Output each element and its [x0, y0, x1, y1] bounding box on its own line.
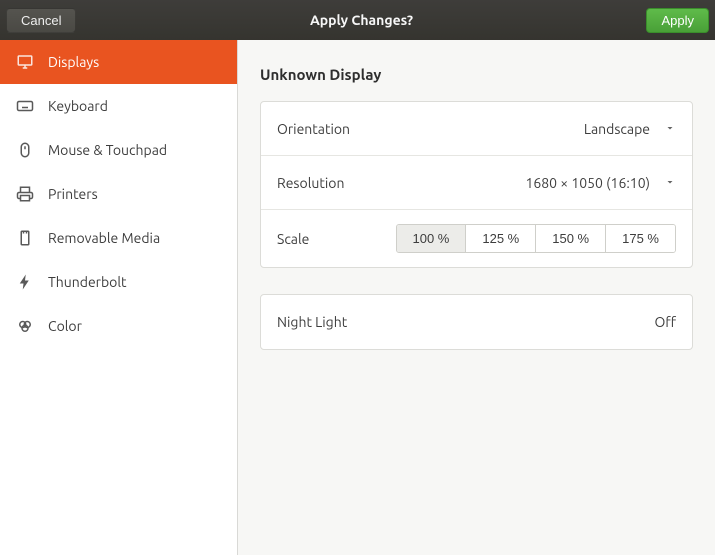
display-section-title: Unknown Display [260, 66, 693, 83]
printer-icon [16, 185, 34, 203]
night-light-value: Off [654, 314, 676, 330]
sidebar-item-displays[interactable]: Displays [0, 40, 237, 84]
content-body: Displays Keyboard Mouse & Touchpad Print… [0, 40, 715, 555]
monitor-icon [16, 53, 34, 71]
sidebar-item-removable-media[interactable]: Removable Media [0, 216, 237, 260]
sidebar: Displays Keyboard Mouse & Touchpad Print… [0, 40, 238, 555]
scale-row: Scale 100 % 125 % 150 % 175 % [261, 210, 692, 267]
dialog-title: Apply Changes? [76, 12, 646, 28]
chevron-down-icon [664, 175, 676, 191]
sidebar-item-printers[interactable]: Printers [0, 172, 237, 216]
sidebar-item-label: Printers [48, 186, 98, 202]
mouse-icon [16, 141, 34, 159]
night-light-label: Night Light [277, 314, 347, 330]
thunderbolt-icon [16, 273, 34, 291]
sidebar-item-label: Displays [48, 54, 99, 70]
night-light-row[interactable]: Night Light Off [261, 295, 692, 349]
sidebar-item-color[interactable]: Color [0, 304, 237, 348]
scale-option-125[interactable]: 125 % [466, 225, 536, 252]
keyboard-icon [16, 97, 34, 115]
resolution-value: 1680 × 1050 (16:10) [525, 175, 676, 191]
titlebar: Cancel Apply Changes? Apply [0, 0, 715, 40]
orientation-row[interactable]: Orientation Landscape [261, 102, 692, 156]
sidebar-item-mouse-touchpad[interactable]: Mouse & Touchpad [0, 128, 237, 172]
sidebar-item-label: Removable Media [48, 230, 160, 246]
apply-button[interactable]: Apply [646, 8, 709, 33]
orientation-value: Landscape [584, 121, 676, 137]
scale-option-100[interactable]: 100 % [397, 225, 467, 252]
night-light-panel: Night Light Off [260, 294, 693, 350]
sidebar-item-thunderbolt[interactable]: Thunderbolt [0, 260, 237, 304]
resolution-row[interactable]: Resolution 1680 × 1050 (16:10) [261, 156, 692, 210]
sidebar-item-label: Mouse & Touchpad [48, 142, 167, 158]
sidebar-item-label: Keyboard [48, 98, 108, 114]
usb-icon [16, 229, 34, 247]
color-icon [16, 317, 34, 335]
chevron-down-icon [664, 121, 676, 137]
resolution-selected: 1680 × 1050 (16:10) [525, 175, 650, 191]
resolution-label: Resolution [277, 175, 344, 191]
scale-option-150[interactable]: 150 % [536, 225, 606, 252]
sidebar-item-keyboard[interactable]: Keyboard [0, 84, 237, 128]
cancel-button[interactable]: Cancel [6, 8, 76, 33]
scale-segmented-control: 100 % 125 % 150 % 175 % [396, 224, 677, 253]
orientation-selected: Landscape [584, 121, 650, 137]
orientation-label: Orientation [277, 121, 350, 137]
scale-label: Scale [277, 231, 309, 247]
main-content: Unknown Display Orientation Landscape Re… [238, 40, 715, 555]
sidebar-item-label: Thunderbolt [48, 274, 127, 290]
scale-option-175[interactable]: 175 % [606, 225, 675, 252]
sidebar-item-label: Color [48, 318, 82, 334]
display-settings-panel: Orientation Landscape Resolution 1680 × … [260, 101, 693, 268]
